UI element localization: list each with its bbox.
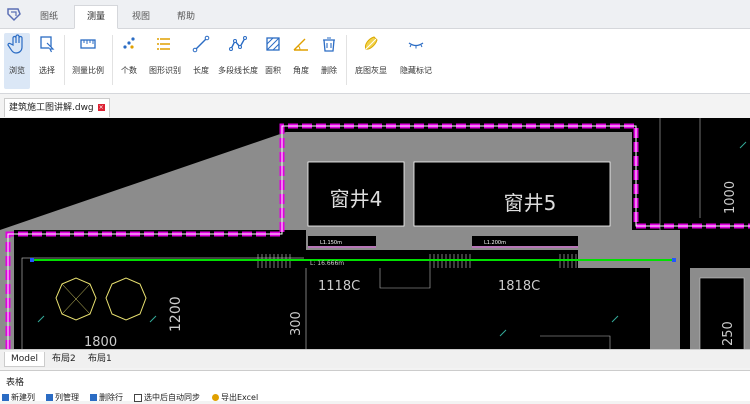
- ruler-icon: [80, 39, 96, 49]
- hide-marks-button[interactable]: 隐藏标记: [396, 33, 436, 76]
- gray-background-button[interactable]: 底图灰显: [352, 33, 390, 76]
- browse-button[interactable]: 浏览: [4, 33, 30, 89]
- layout-tab-2[interactable]: 布局2: [46, 352, 82, 366]
- delete-row-button[interactable]: 删除行: [90, 392, 123, 403]
- layout-tab-bar: Model 布局2 布局1: [0, 349, 750, 368]
- angle-button[interactable]: 角度: [290, 33, 312, 76]
- dim-text-1800: 1800: [84, 335, 117, 350]
- measure-scale-button[interactable]: 测量比例: [70, 33, 106, 76]
- dim-text-1: 1118C: [318, 279, 360, 294]
- checkbox-icon: [134, 393, 142, 402]
- polyline-icon: [229, 36, 247, 51]
- area-hatch-icon: [266, 37, 280, 51]
- tab-view[interactable]: 视图: [122, 6, 160, 28]
- ribbon-toolbar: 浏览 选择 测量比例 个数 图形识别 长度 多段线长度 面积 角度 删除 底图灰…: [0, 29, 750, 94]
- line-length-icon: [192, 35, 210, 53]
- brush-gray-icon: [365, 36, 378, 50]
- document-tab[interactable]: 建筑施工图讲解.dwg ×: [4, 98, 110, 117]
- dim-text-2: 1818C: [498, 279, 540, 294]
- dots-count-icon: [123, 37, 135, 49]
- ribbon-separator: [112, 35, 113, 85]
- tab-drawing[interactable]: 图纸: [30, 6, 68, 28]
- select-button[interactable]: 选择: [34, 33, 60, 76]
- export-excel-button[interactable]: 导出Excel: [212, 392, 258, 403]
- eye-hidden-icon: [408, 42, 424, 49]
- ribbon-separator: [64, 35, 65, 85]
- drawing-canvas[interactable]: 窗井4 窗井5 L1.150m L1.200m L: 16.666m 1118C…: [0, 118, 750, 350]
- dim-text-1200: 1200: [168, 296, 184, 332]
- cursor-select-icon: [40, 36, 55, 53]
- opening-label-1: L1.150m: [320, 240, 342, 246]
- list-shapes-icon: [157, 38, 170, 50]
- close-icon[interactable]: ×: [97, 104, 105, 111]
- room-label-2: 窗井5: [504, 191, 557, 215]
- ribbon-separator: [346, 35, 347, 85]
- layout-tab-model[interactable]: Model: [4, 352, 46, 367]
- new-column-button[interactable]: 新建列: [2, 392, 35, 403]
- auto-sync-checkbox[interactable]: 选中后自动同步: [134, 392, 200, 403]
- shape-recognize-button[interactable]: 图形识别: [146, 33, 184, 76]
- angle-icon: [293, 38, 308, 51]
- cad-drawing: 窗井4 窗井5 L1.150m L1.200m L: 16.666m 1118C…: [0, 118, 750, 350]
- hand-icon: [7, 34, 23, 54]
- trash-icon: [323, 37, 335, 52]
- column-manage-button[interactable]: 列管理: [46, 392, 79, 403]
- document-tab-label: 建筑施工图讲解.dwg: [9, 103, 94, 113]
- table-panel: 表格 新建列 列管理 删除行 选中后自动同步 导出Excel: [0, 370, 750, 404]
- dim-text-300: 300: [289, 311, 304, 336]
- layout-tab-1[interactable]: 布局1: [82, 352, 118, 366]
- area-button[interactable]: 面积: [262, 33, 284, 76]
- app-logo-icon: [7, 8, 21, 22]
- panel-toolbar: 新建列 列管理 删除行 选中后自动同步 导出Excel: [0, 390, 750, 404]
- dim-text-250: 250: [721, 321, 736, 346]
- measure-readout: L: 16.666m: [310, 260, 344, 267]
- document-tab-bar: 建筑施工图讲解.dwg ×: [0, 96, 750, 118]
- dim-text-1000: 1000: [723, 181, 738, 214]
- delete-button[interactable]: 删除: [318, 33, 340, 76]
- room-label-1: 窗井4: [330, 187, 383, 211]
- tab-measure[interactable]: 测量: [74, 5, 118, 29]
- tab-help[interactable]: 帮助: [166, 6, 206, 28]
- polyline-length-button[interactable]: 多段线长度: [216, 33, 260, 76]
- menu-tab-bar: 图纸 测量 视图 帮助: [0, 0, 750, 29]
- count-button[interactable]: 个数: [118, 33, 140, 76]
- length-button[interactable]: 长度: [190, 33, 212, 76]
- panel-title: 表格: [6, 378, 25, 388]
- opening-label-2: L1.200m: [484, 240, 506, 246]
